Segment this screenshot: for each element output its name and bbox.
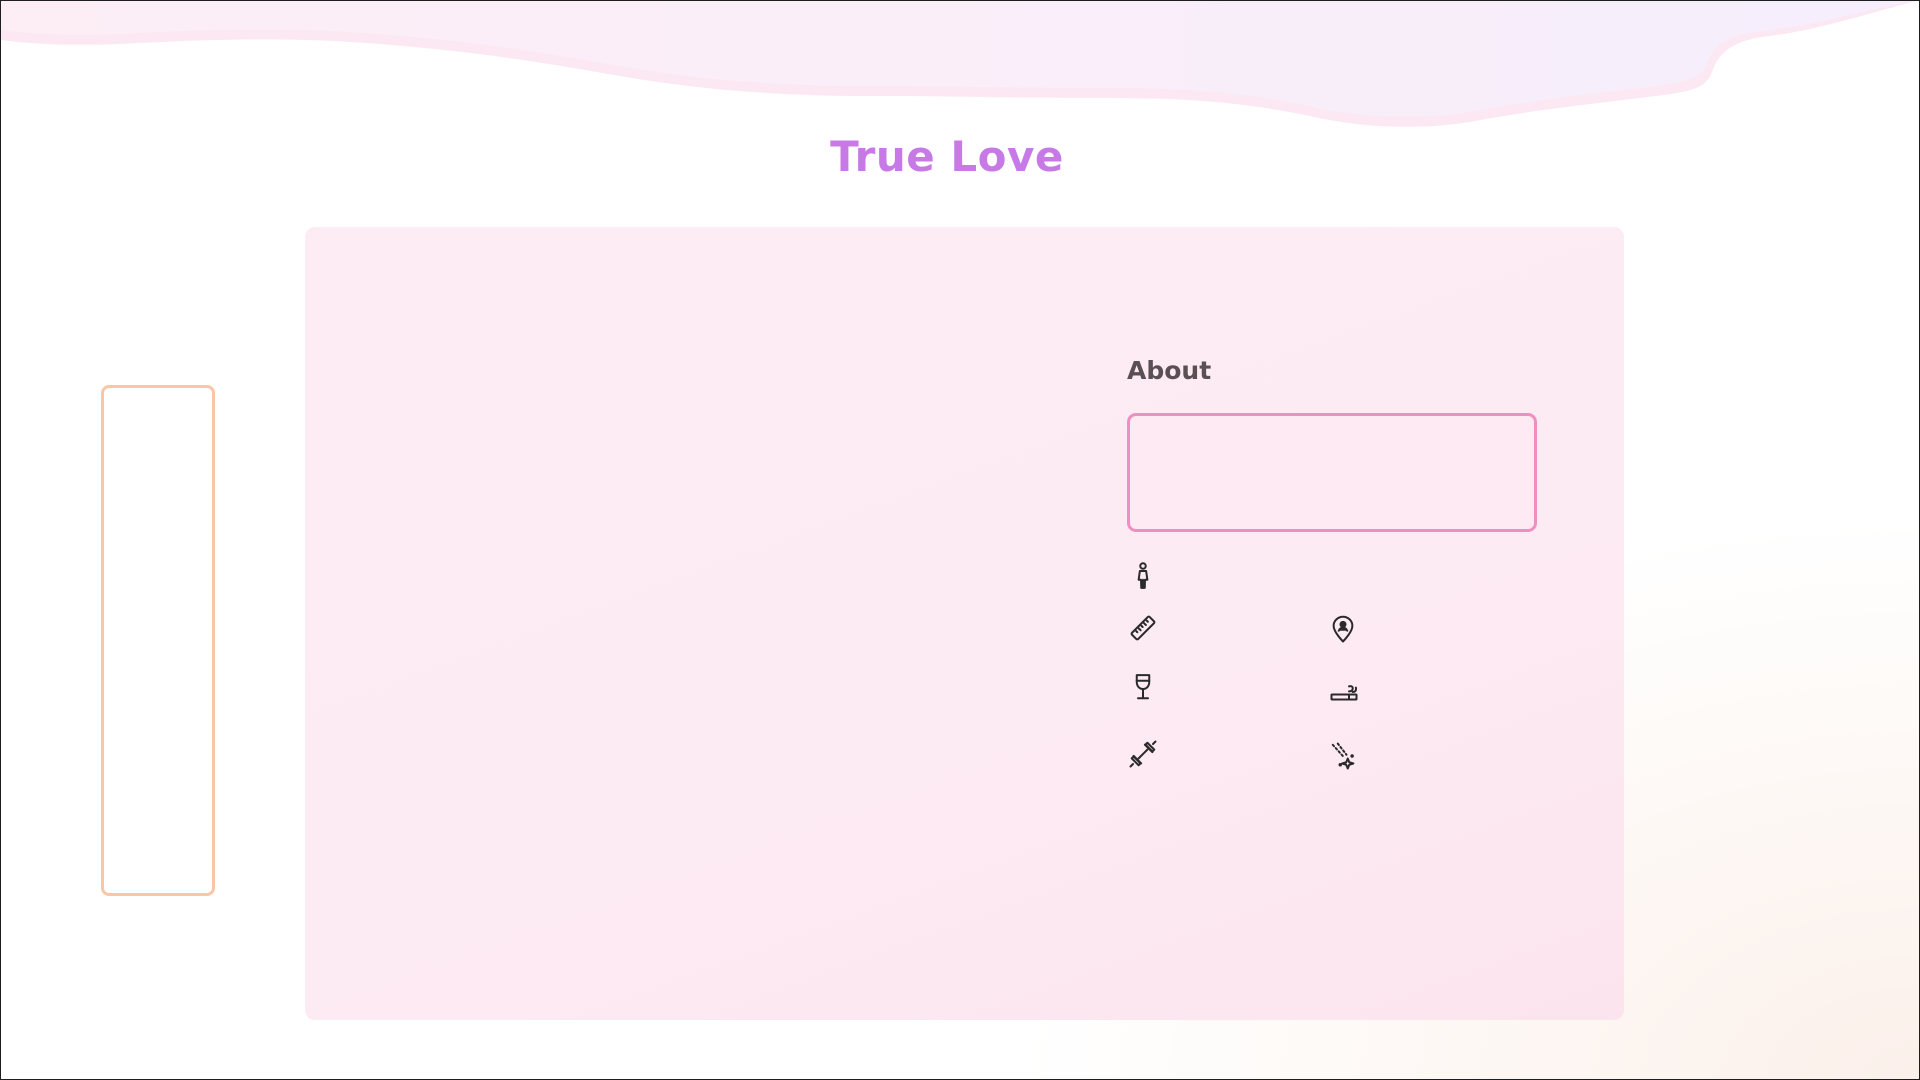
left-side-panel[interactable] bbox=[101, 385, 215, 896]
about-text-box[interactable] bbox=[1127, 413, 1537, 532]
about-heading: About bbox=[1127, 356, 1212, 385]
cigarette-icon bbox=[1327, 675, 1361, 709]
header-wave-decoration bbox=[0, 0, 1920, 127]
ruler-icon bbox=[1126, 611, 1160, 645]
dumbbell-icon bbox=[1126, 737, 1160, 771]
profile-card bbox=[305, 227, 1624, 1020]
location-pin-icon bbox=[1326, 612, 1360, 646]
person-icon bbox=[1126, 559, 1160, 593]
app-title: True Love bbox=[830, 132, 1064, 181]
wine-glass-icon bbox=[1126, 670, 1160, 704]
sparkles-icon bbox=[1327, 739, 1361, 773]
